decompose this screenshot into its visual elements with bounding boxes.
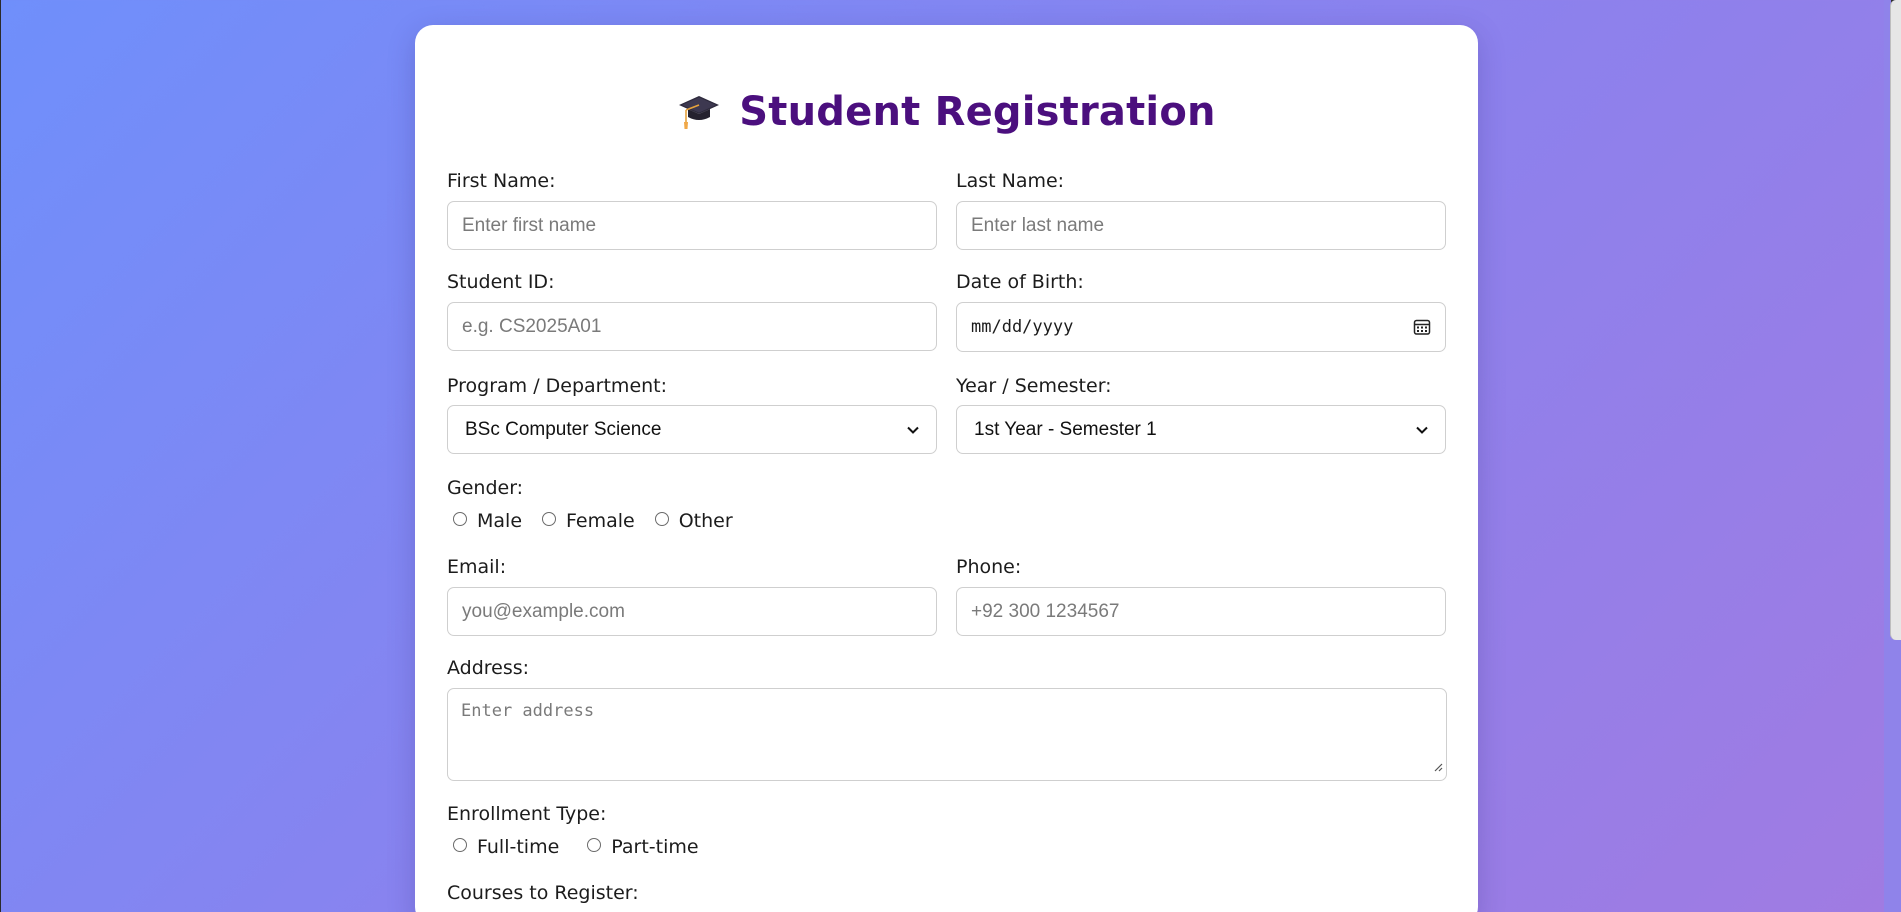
phone-input[interactable]: +92 300 1234567 [956,587,1446,636]
radio-button[interactable] [453,512,467,526]
courses-label: Courses to Register: [447,882,639,904]
year-select[interactable]: 1st Year - Semester 1 [956,405,1446,454]
email-placeholder: you@example.com [462,600,625,622]
enrollment-radio-group: Full-time Part-time [453,836,719,858]
page-title: Student Registration [739,89,1216,135]
year-selected-value: 1st Year - Semester 1 [974,418,1157,440]
gender-option-other[interactable]: Other [654,510,733,532]
last-name-placeholder: Enter last name [971,214,1105,236]
gender-option-female[interactable]: Female [542,510,635,532]
program-selected-value: BSc Computer Science [465,418,662,440]
last-name-label: Last Name: [956,170,1065,192]
address-placeholder: Enter address [461,701,595,721]
radio-button[interactable] [542,512,557,526]
calendar-icon[interactable] [1413,318,1431,336]
scrollbar-thumb[interactable] [1890,0,1901,640]
student-id-placeholder: e.g. CS2025A01 [462,315,602,337]
email-input[interactable]: you@example.com [447,587,937,636]
dob-placeholder: mm/dd/yyyy [971,317,1074,337]
enrollment-option-label: Part-time [611,836,699,858]
gender-option-label: Female [566,510,635,532]
gender-option-male[interactable]: Male [453,510,522,532]
gender-option-label: Male [477,510,523,532]
student-id-label: Student ID: [447,271,555,293]
graduation-cap-icon [677,92,721,132]
year-label: Year / Semester: [956,375,1112,397]
radio-button[interactable] [453,838,467,852]
student-id-input[interactable]: e.g. CS2025A01 [447,302,937,351]
gender-radio-group: Male Female Other [453,510,753,532]
chevron-down-icon [907,426,919,434]
first-name-label: First Name: [447,170,556,192]
dob-label: Date of Birth: [956,271,1084,293]
dob-input[interactable]: mm/dd/yyyy [956,302,1446,352]
registration-card: Student Registration First Name: Enter f… [415,25,1478,912]
address-textarea[interactable]: Enter address [447,688,1447,781]
program-select[interactable]: BSc Computer Science [447,405,937,454]
program-label: Program / Department: [447,375,668,397]
phone-placeholder: +92 300 1234567 [971,600,1120,622]
radio-button[interactable] [587,838,602,852]
gender-option-label: Other [678,510,733,532]
enrollment-option-full-time[interactable]: Full-time [453,836,559,858]
first-name-placeholder: Enter first name [462,214,597,236]
form-header: Student Registration [415,87,1478,137]
address-label: Address: [447,657,530,679]
email-label: Email: [447,556,507,578]
chevron-down-icon [1416,426,1428,434]
last-name-input[interactable]: Enter last name [956,201,1446,250]
gender-label: Gender: [447,477,524,499]
enrollment-option-label: Full-time [477,836,560,858]
enrollment-type-label: Enrollment Type: [447,803,607,825]
first-name-input[interactable]: Enter first name [447,201,937,250]
window-edge [0,0,1,912]
enrollment-option-part-time[interactable]: Part-time [587,836,699,858]
resize-handle-icon[interactable] [1434,757,1443,777]
phone-label: Phone: [956,556,1022,578]
page-scrollbar[interactable] [1884,0,1901,912]
radio-button[interactable] [654,512,669,526]
